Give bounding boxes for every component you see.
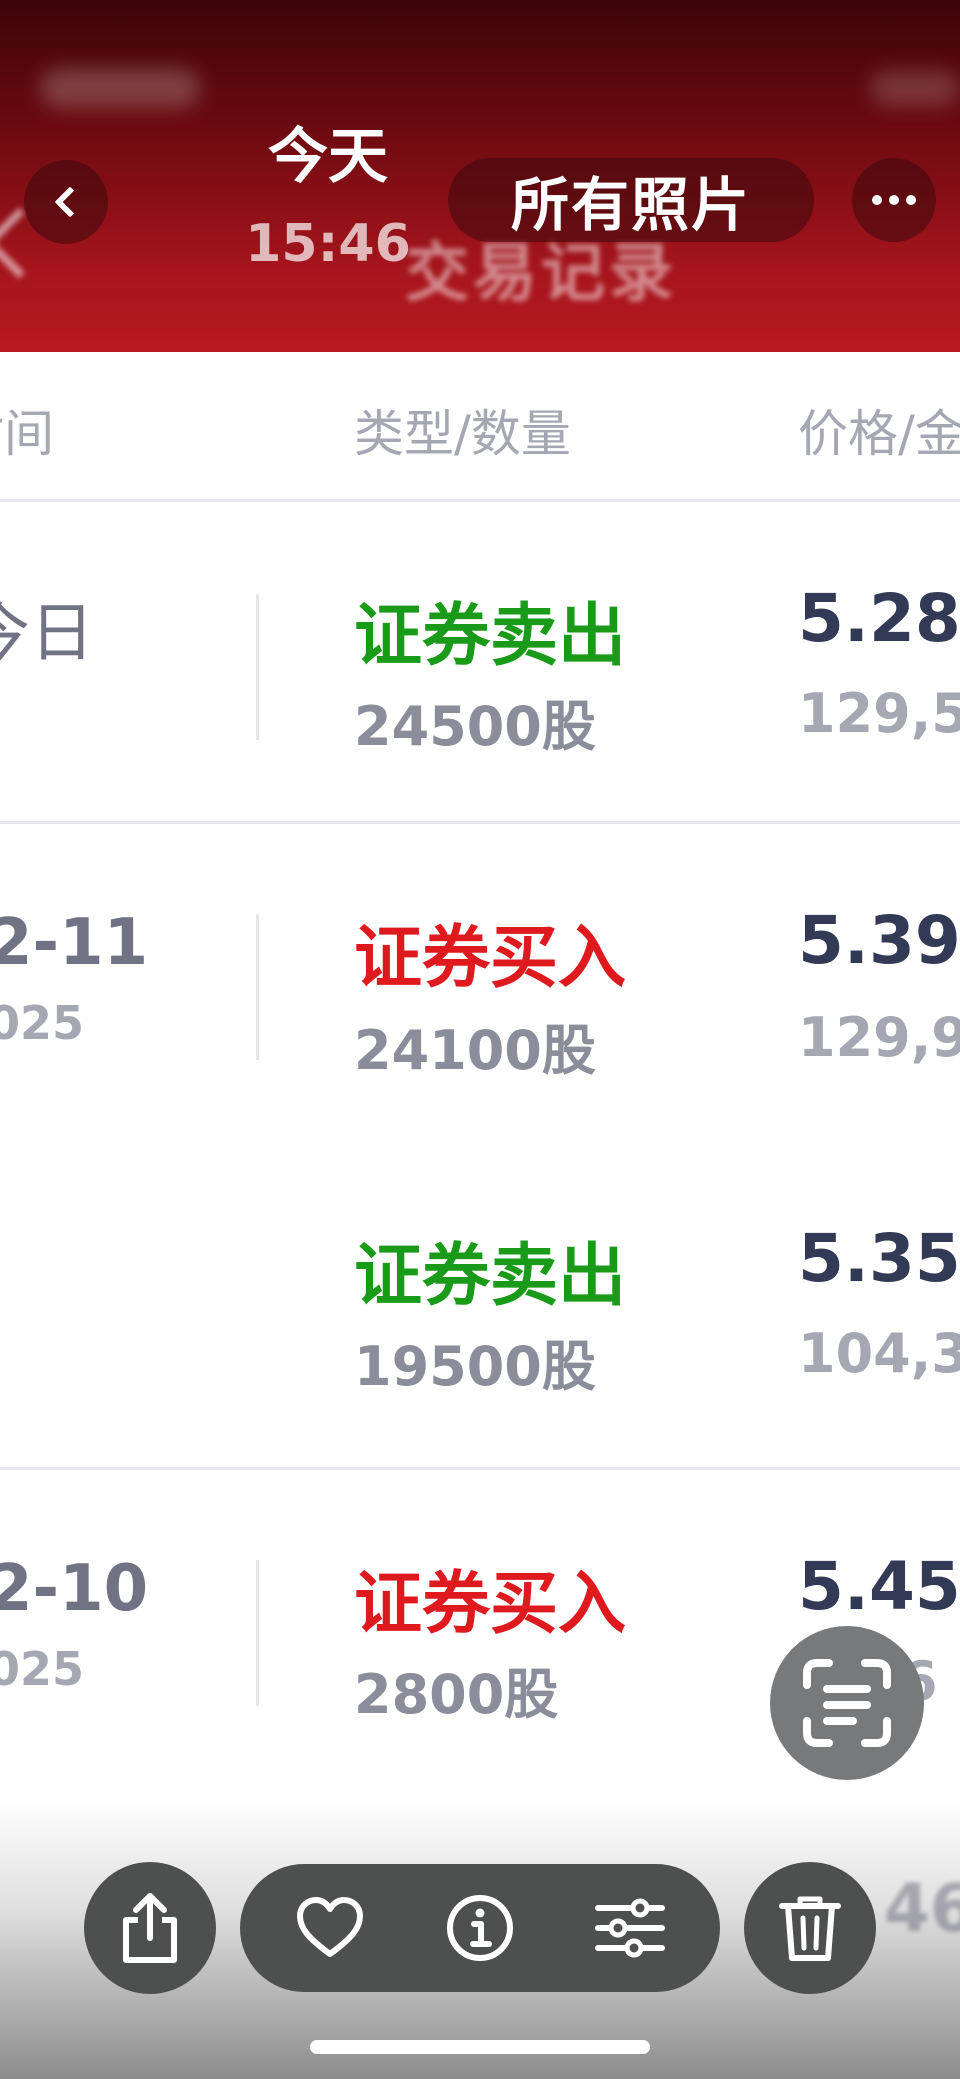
row-type: 证券卖出 (354, 1237, 627, 1316)
more-dot-icon (906, 195, 916, 205)
table-header: 时间 类型/数量 价格/金 (0, 352, 960, 502)
photo-date-label: 今天 (268, 122, 388, 192)
photos-back-button[interactable] (24, 160, 108, 244)
column-header-price-amount: 价格/金 (798, 405, 960, 463)
row-date: 今日 (0, 597, 94, 671)
edit-button[interactable] (580, 1878, 680, 1978)
row-quantity: 19500股 (354, 1335, 596, 1398)
row-quantity: 2800股 (354, 1663, 559, 1726)
info-icon (447, 1895, 513, 1961)
row-price: 5.45 (798, 1548, 960, 1625)
row-date: 2-11 (0, 906, 149, 980)
table-row[interactable]: 证券卖出 19500股 5.35 104,3 (0, 1148, 960, 1470)
column-divider (256, 1560, 259, 1706)
row-type: 证券卖出 (354, 597, 627, 676)
row-quantity: 24100股 (354, 1019, 596, 1082)
favorite-button[interactable] (280, 1878, 380, 1978)
row-type: 证券买入 (354, 919, 627, 998)
column-header-type-qty: 类型/数量 (354, 405, 571, 463)
status-bar-time-blurred (40, 68, 200, 108)
row-price: 5.35 (798, 1220, 960, 1297)
live-text-button[interactable] (770, 1626, 924, 1780)
share-icon (123, 1893, 177, 1963)
more-dot-icon (872, 195, 882, 205)
adjust-icon (595, 1898, 665, 1958)
app-header: 交易记录 今天 15:46 所有照片 (0, 0, 960, 352)
column-header-time: 时间 (0, 405, 54, 463)
info-button[interactable] (430, 1878, 530, 1978)
chevron-left-icon (54, 186, 86, 218)
status-bar-icons-blurred (870, 70, 960, 106)
partial-next-row-price: 46 (884, 1870, 960, 1947)
more-button[interactable] (852, 158, 936, 242)
row-year: 025 (0, 1642, 85, 1696)
row-price: 5.39 (798, 902, 960, 979)
heart-icon (297, 1897, 363, 1957)
column-divider (256, 914, 259, 1060)
delete-button[interactable] (744, 1862, 876, 1994)
all-photos-button[interactable]: 所有照片 (448, 158, 814, 242)
row-type: 证券买入 (354, 1565, 627, 1644)
table-row[interactable]: 今日 证券卖出 24500股 5.28 129,5 (0, 502, 960, 824)
row-amount: 129,5 (798, 682, 960, 745)
row-amount: 104,3 (798, 1322, 960, 1385)
photo-time-label: 15:46 (245, 214, 411, 274)
trash-icon (779, 1896, 841, 1961)
row-date: 2-10 (0, 1552, 149, 1626)
row-year: 025 (0, 996, 85, 1050)
row-amount: 129,9 (798, 1006, 960, 1069)
photo-actions-group (240, 1864, 720, 1992)
text-scan-icon (803, 1659, 891, 1747)
row-price: 5.28 (798, 580, 960, 657)
share-button[interactable] (84, 1862, 216, 1994)
column-divider (256, 594, 259, 740)
more-dot-icon (889, 195, 899, 205)
home-indicator[interactable] (310, 2040, 650, 2054)
row-quantity: 24500股 (354, 695, 596, 758)
table-row[interactable]: 2-11 025 证券买入 24100股 5.39 129,9 (0, 826, 960, 1148)
